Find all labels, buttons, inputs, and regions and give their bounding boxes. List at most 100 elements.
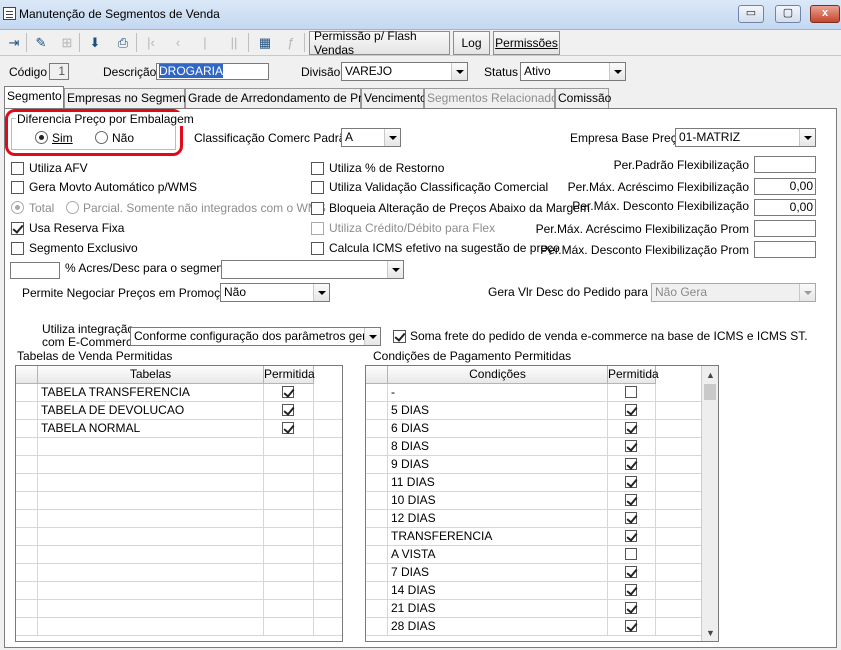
row-selector[interactable] xyxy=(366,474,388,492)
exit-icon[interactable]: ⇥ xyxy=(2,31,26,54)
empresa-base-select[interactable]: 01-MATRIZ xyxy=(675,128,816,147)
last-icon[interactable]: || xyxy=(222,31,246,54)
permitida-checkbox[interactable] xyxy=(282,422,294,434)
permitida-checkbox[interactable] xyxy=(625,584,637,596)
status-select[interactable]: Ativo xyxy=(520,62,626,81)
permitida-cell[interactable] xyxy=(264,384,314,402)
per-max-acrescimo-prom-field[interactable] xyxy=(754,220,816,237)
permitida-cell[interactable] xyxy=(608,510,656,528)
utiliza-restorno-checkbox[interactable] xyxy=(311,162,324,175)
scroll-down-icon[interactable]: ▼ xyxy=(702,624,718,641)
bloqueia-alteracao-checkbox[interactable] xyxy=(311,202,324,215)
classificacao-select[interactable]: A xyxy=(341,128,401,147)
permitida-cell[interactable] xyxy=(608,402,656,420)
condicao-row[interactable]: A VISTA xyxy=(366,546,718,564)
permitida-checkbox[interactable] xyxy=(625,458,637,470)
utiliza-validacao-checkbox[interactable] xyxy=(311,181,324,194)
segmento-exclusivo-checkbox[interactable] xyxy=(11,242,24,255)
maximize-button[interactable]: ▢ xyxy=(775,5,801,23)
soma-frete-checkbox[interactable] xyxy=(393,330,406,343)
permitida-checkbox[interactable] xyxy=(625,620,637,632)
tabela-row[interactable]: TABELA DE DEVOLUCAO xyxy=(16,402,342,420)
condicao-row[interactable]: 10 DIAS xyxy=(366,492,718,510)
permitida-checkbox[interactable] xyxy=(625,512,637,524)
permitida-cell[interactable] xyxy=(608,420,656,438)
per-padrao-field[interactable] xyxy=(754,156,816,173)
utiliza-credito-checkbox[interactable] xyxy=(311,222,324,235)
sim-radio[interactable] xyxy=(35,131,48,144)
ecommerce-select[interactable]: Conforme configuração dos parâmetros ger… xyxy=(130,327,381,346)
tabela-row[interactable]: TABELA NORMAL xyxy=(16,420,342,438)
chevron-down-icon[interactable] xyxy=(384,129,400,146)
condicao-row[interactable]: 14 DIAS xyxy=(366,582,718,600)
row-selector[interactable] xyxy=(366,582,388,600)
first-icon[interactable]: |‹ xyxy=(139,31,163,54)
per-max-desconto-prom-field[interactable] xyxy=(754,241,816,258)
row-selector[interactable] xyxy=(16,402,38,420)
permitida-checkbox[interactable] xyxy=(282,404,294,416)
tab-segmento[interactable]: Segmento xyxy=(4,86,64,108)
window-menu-icon[interactable] xyxy=(3,7,16,20)
condicao-row[interactable]: 8 DIAS xyxy=(366,438,718,456)
permitida-checkbox[interactable] xyxy=(625,440,637,452)
chevron-down-icon[interactable] xyxy=(387,261,403,278)
scrollbar-thumb[interactable] xyxy=(704,384,716,400)
next-icon[interactable]: | xyxy=(193,31,217,54)
row-selector[interactable] xyxy=(366,600,388,618)
condicao-row[interactable]: - xyxy=(366,384,718,402)
function-icon[interactable]: ƒ xyxy=(279,31,303,54)
print-icon[interactable]: ⎙ xyxy=(111,31,135,54)
condicao-row[interactable]: 11 DIAS xyxy=(366,474,718,492)
utiliza-afv-checkbox[interactable] xyxy=(11,162,24,175)
row-selector[interactable] xyxy=(366,438,388,456)
chevron-down-icon[interactable] xyxy=(799,284,815,301)
permitida-cell[interactable] xyxy=(608,438,656,456)
permitida-checkbox[interactable] xyxy=(282,386,294,398)
tree-icon[interactable]: ⊞ xyxy=(55,31,79,54)
nao-radio[interactable] xyxy=(95,131,108,144)
save-icon[interactable]: ⬇ xyxy=(83,31,107,54)
chevron-down-icon[interactable] xyxy=(609,63,625,80)
codigo-field[interactable]: 1 xyxy=(49,63,69,80)
permitida-checkbox[interactable] xyxy=(625,530,637,542)
per-max-acrescimo-field[interactable]: 0,00 xyxy=(754,178,816,195)
row-selector[interactable] xyxy=(366,402,388,420)
total-radio[interactable] xyxy=(11,201,24,214)
gera-vlr-desc-select[interactable]: Não Gera xyxy=(651,283,816,302)
acres-desc-select[interactable] xyxy=(221,260,404,279)
per-max-desconto-field[interactable]: 0,00 xyxy=(754,199,816,216)
permitida-cell[interactable] xyxy=(608,564,656,582)
row-selector[interactable] xyxy=(366,618,388,636)
grid-icon[interactable]: ▦ xyxy=(253,31,277,54)
divisao-select[interactable]: VAREJO xyxy=(341,62,468,81)
row-selector[interactable] xyxy=(366,510,388,528)
chevron-down-icon[interactable] xyxy=(799,129,815,146)
tab-grade-de-arredondamento-de-pre-o[interactable]: Grade de Arredondamento de Preço xyxy=(185,88,381,108)
chevron-down-icon[interactable] xyxy=(313,284,329,301)
pencil-icon[interactable]: ✎ xyxy=(29,31,53,54)
parcial-radio[interactable] xyxy=(66,201,79,214)
permitida-checkbox[interactable] xyxy=(625,404,637,416)
tabela-row[interactable]: TABELA TRANSFERENCIA xyxy=(16,384,342,402)
permitida-checkbox[interactable] xyxy=(625,386,637,398)
row-selector[interactable] xyxy=(16,420,38,438)
row-selector[interactable] xyxy=(366,420,388,438)
minimize-button[interactable]: ▭ xyxy=(738,5,764,23)
permitida-checkbox[interactable] xyxy=(625,476,637,488)
condicao-row[interactable]: 6 DIAS xyxy=(366,420,718,438)
permitida-checkbox[interactable] xyxy=(625,494,637,506)
prev-icon[interactable]: ‹ xyxy=(166,31,190,54)
condicao-row[interactable]: 5 DIAS xyxy=(366,402,718,420)
flash-sales-permission-button[interactable]: Permissão p/ Flash Vendas xyxy=(309,29,450,57)
row-selector[interactable] xyxy=(366,384,388,402)
permitida-checkbox[interactable] xyxy=(625,566,637,578)
condicao-row[interactable]: 7 DIAS xyxy=(366,564,718,582)
permitida-cell[interactable] xyxy=(608,546,656,564)
chevron-down-icon[interactable] xyxy=(451,63,467,80)
calcula-icms-checkbox[interactable] xyxy=(311,242,324,255)
close-button[interactable]: x xyxy=(810,5,840,23)
permitida-cell[interactable] xyxy=(608,384,656,402)
condicao-row[interactable]: 9 DIAS xyxy=(366,456,718,474)
condicao-row[interactable]: TRANSFERENCIA xyxy=(366,528,718,546)
log-button[interactable]: Log xyxy=(453,31,490,55)
